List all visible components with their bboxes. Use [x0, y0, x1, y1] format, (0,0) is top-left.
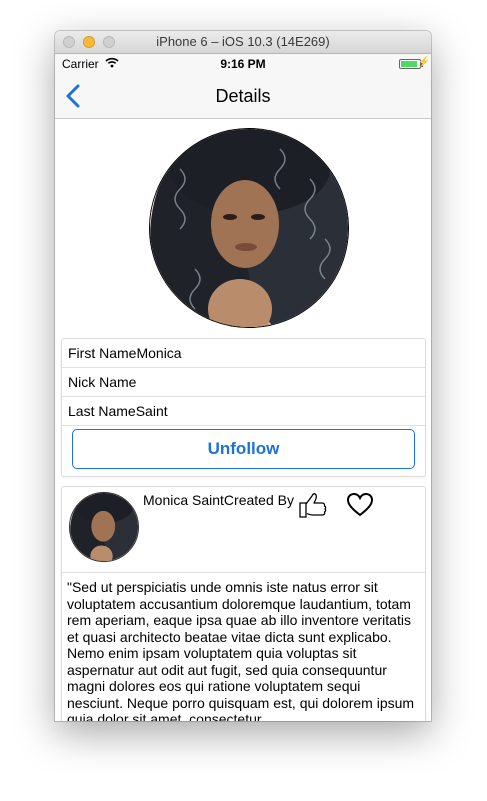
nick-name-label: Nick Name	[68, 374, 137, 390]
unfollow-button[interactable]: Unfollow	[72, 429, 415, 469]
first-name-label: First Name	[68, 345, 137, 361]
simulator-window: iPhone 6 – iOS 10.3 (14E269) Carrier 9:1…	[55, 31, 431, 721]
zoom-window-button[interactable]	[103, 36, 115, 48]
minimize-window-button[interactable]	[83, 36, 95, 48]
post-divider	[62, 572, 425, 573]
post-card: Monica SaintCreated By "Sed ut perspicia…	[61, 486, 426, 721]
status-time: 9:16 PM	[220, 57, 266, 71]
profile-details-card: First NameMonica Nick Name Last NameSain…	[61, 338, 426, 477]
charging-bolt-icon: ⚡	[417, 57, 430, 68]
profile-photo-image	[150, 129, 348, 327]
page-title: Details	[215, 86, 271, 106]
avatar	[69, 492, 139, 562]
profile-photo	[149, 128, 349, 328]
phone-screen: Carrier 9:16 PM ⚡ Details First NameMoni…	[55, 54, 431, 721]
window-titlebar[interactable]: iPhone 6 – iOS 10.3 (14E269)	[55, 31, 431, 54]
post-author-line: Monica SaintCreated By	[143, 492, 294, 508]
last-name-row: Last NameSaint	[62, 397, 425, 426]
battery-fill	[401, 61, 418, 67]
navigation-bar: Details	[55, 74, 431, 119]
nick-name-row: Nick Name	[62, 368, 425, 397]
close-window-button[interactable]	[63, 36, 75, 48]
avatar-image	[70, 493, 138, 561]
first-name-value: Monica	[136, 345, 182, 361]
status-bar: Carrier 9:16 PM ⚡	[55, 54, 431, 74]
last-name-label: Last Name	[68, 403, 136, 419]
thumbs-up-icon[interactable]	[297, 490, 327, 520]
post-body-text: "Sed ut perspiciatis unde omnis iste nat…	[67, 579, 415, 721]
heart-icon[interactable]	[346, 492, 374, 518]
window-title: iPhone 6 – iOS 10.3 (14E269)	[156, 34, 330, 49]
first-name-row: First NameMonica	[62, 339, 425, 368]
last-name-value: Saint	[135, 403, 168, 419]
